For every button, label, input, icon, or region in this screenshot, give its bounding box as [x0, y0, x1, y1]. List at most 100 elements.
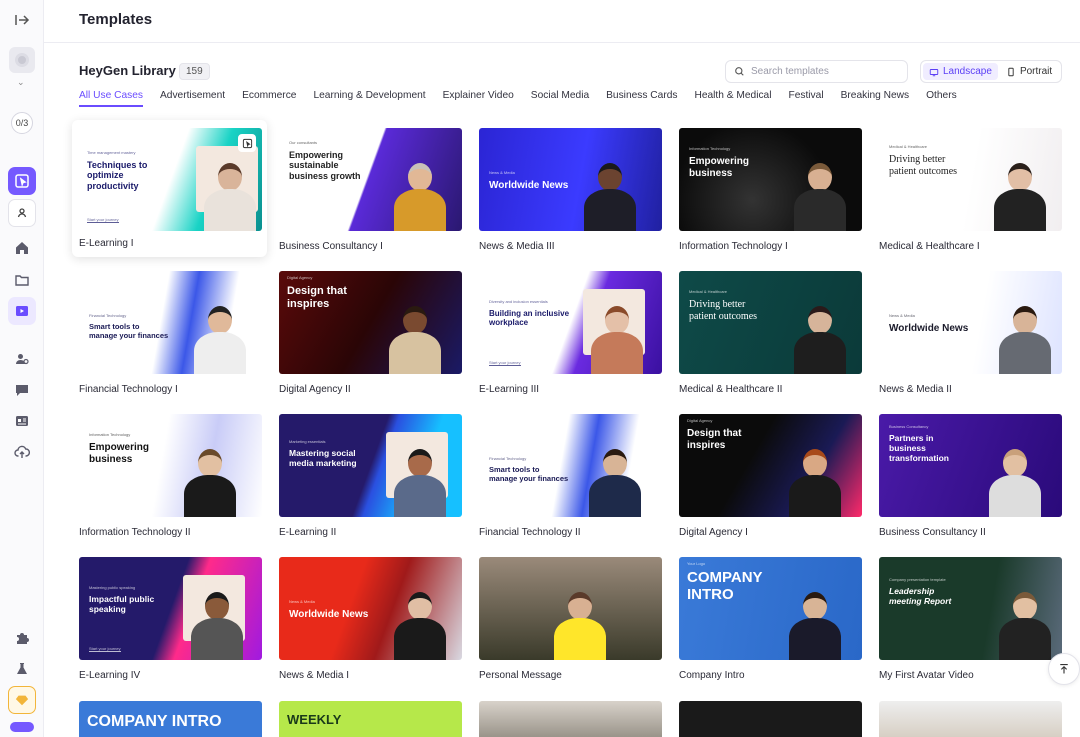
- template-label: Business Consultancy II: [879, 527, 986, 538]
- template-thumbnail[interactable]: [479, 701, 662, 737]
- search-input[interactable]: [751, 66, 891, 77]
- template-thumbnail[interactable]: Our consultants Empowering sustainable bu…: [279, 128, 462, 231]
- template-thumbnail[interactable]: News & Media Worldwide News: [479, 128, 662, 231]
- arrow-up-icon: [1060, 663, 1068, 674]
- tab-breaking-news[interactable]: Breaking News: [841, 90, 910, 107]
- template-thumbnail[interactable]: Company presentation template Leadership …: [879, 557, 1062, 660]
- tab-health-medical[interactable]: Health & Medical: [694, 90, 771, 107]
- template-card[interactable]: Personal Message: [479, 557, 662, 681]
- template-card[interactable]: Time management mastery Techniques to opt…: [79, 128, 262, 249]
- tab-festival[interactable]: Festival: [788, 90, 823, 107]
- template-thumbnail[interactable]: Medical & Healthcare Driving better patie…: [879, 128, 1062, 231]
- avatar-person: [554, 592, 606, 660]
- id-card-icon[interactable]: [8, 407, 36, 435]
- thumbnail-kicker: Marketing essentials: [289, 439, 326, 444]
- upgrade-gem-icon[interactable]: [8, 686, 36, 714]
- template-card[interactable]: Financial Technology Smart tools to manag…: [79, 271, 262, 395]
- tab-learning-development[interactable]: Learning & Development: [313, 90, 425, 107]
- create-video-icon[interactable]: [8, 167, 36, 195]
- thumbnail-kicker: Digital Agency: [287, 275, 313, 280]
- template-thumbnail[interactable]: Your Logo COMPANY INTRO: [679, 557, 862, 660]
- thumbnail-kicker: Financial Technology: [89, 313, 127, 318]
- template-card[interactable]: Our consultants Empowering sustainable bu…: [279, 128, 462, 252]
- template-thumbnail[interactable]: COMPANY INTRO: [79, 701, 262, 737]
- template-thumbnail[interactable]: Business Consultancy Partners in business…: [879, 414, 1062, 517]
- avatars-icon[interactable]: [8, 345, 36, 373]
- folder-icon[interactable]: [8, 266, 36, 294]
- collapse-sidebar-icon[interactable]: [8, 6, 36, 34]
- template-card[interactable]: Digital Agency Design that inspires Digita…: [279, 271, 462, 395]
- tab-ecommerce[interactable]: Ecommerce: [242, 90, 296, 107]
- home-icon[interactable]: [8, 234, 36, 262]
- thumbnail-headline: Smart tools to manage your finances: [489, 465, 569, 483]
- thumbnail-kicker: Information Technology: [89, 432, 131, 437]
- template-card[interactable]: Information Technology Empowering busines…: [679, 128, 862, 252]
- template-thumbnail[interactable]: Time management mastery Techniques to opt…: [79, 128, 262, 231]
- puzzle-icon[interactable]: [8, 624, 36, 652]
- template-card[interactable]: Financial Technology Smart tools to manag…: [479, 414, 662, 538]
- sidebar: ⌄ 0/3: [0, 0, 44, 737]
- upload-cloud-icon[interactable]: [8, 438, 36, 466]
- template-thumbnail[interactable]: Mastering public speaking Impactful publi…: [79, 557, 262, 660]
- template-card[interactable]: Mastering public speaking Impactful publi…: [79, 557, 262, 681]
- template-card[interactable]: Information Technology Empowering busines…: [79, 414, 262, 538]
- template-thumbnail[interactable]: Digital Agency Design that inspires: [679, 414, 862, 517]
- template-card[interactable]: Your Logo COMPANY INTRO Company Intro: [679, 557, 862, 681]
- tab-social-media[interactable]: Social Media: [531, 90, 589, 107]
- avatar-icon[interactable]: [8, 199, 36, 227]
- tab-all-use-cases[interactable]: All Use Cases: [79, 90, 143, 107]
- profile-pill[interactable]: [10, 722, 34, 732]
- template-thumbnail[interactable]: [479, 557, 662, 660]
- tab-advertisement[interactable]: Advertisement: [160, 90, 225, 107]
- template-card[interactable]: Company presentation template Leadership …: [879, 557, 1062, 681]
- template-thumbnail[interactable]: Digital Agency Design that inspires: [279, 271, 462, 374]
- template-card[interactable]: News & Media Worldwide News News & Media I: [279, 557, 462, 681]
- template-card[interactable]: Marketing essentials Mastering social med…: [279, 414, 462, 538]
- template-card[interactable]: News & Media Worldwide News News & Media I…: [479, 128, 662, 252]
- landscape-button[interactable]: Landscape: [923, 63, 998, 80]
- template-thumbnail[interactable]: [879, 701, 1062, 737]
- tab-explainer-video[interactable]: Explainer Video: [443, 90, 514, 107]
- template-thumbnail[interactable]: Medical & Healthcare Driving better patie…: [679, 271, 862, 374]
- template-thumbnail[interactable]: Information Technology Empowering busines…: [679, 128, 862, 231]
- chevron-down-icon[interactable]: ⌄: [17, 77, 25, 88]
- thumbnail-kicker: Medical & Healthcare: [889, 144, 928, 149]
- template-thumbnail[interactable]: Marketing essentials Mastering social med…: [279, 414, 462, 517]
- scroll-to-top-button[interactable]: [1048, 653, 1080, 685]
- chat-icon[interactable]: [8, 376, 36, 404]
- template-label: E-Learning I: [79, 238, 134, 249]
- portrait-button[interactable]: Portrait: [1000, 63, 1058, 80]
- template-thumbnail[interactable]: [679, 701, 862, 737]
- templates-icon[interactable]: [8, 297, 36, 325]
- avatar-person: [584, 163, 636, 231]
- library-title: HeyGen Library: [79, 63, 176, 78]
- thumbnail-kicker: Financial Technology: [489, 456, 527, 461]
- template-card[interactable]: Medical & Healthcare Driving better patie…: [679, 271, 862, 395]
- template-thumbnail[interactable]: News & Media Worldwide News: [279, 557, 462, 660]
- template-thumbnail[interactable]: Financial Technology Smart tools to manag…: [479, 414, 662, 517]
- template-card[interactable]: Digital Agency Design that inspires Digita…: [679, 414, 862, 538]
- search-box[interactable]: [725, 60, 908, 83]
- template-thumbnail[interactable]: Information Technology Empowering busines…: [79, 414, 262, 517]
- template-card[interactable]: Business Consultancy Partners in business…: [879, 414, 1062, 538]
- usage-counter[interactable]: 0/3: [11, 112, 33, 134]
- thumbnail-kicker: Medical & Healthcare: [689, 289, 728, 294]
- thumbnail-headline: Mastering social media marketing: [289, 448, 357, 468]
- template-thumbnail[interactable]: News & Media Worldwide News: [879, 271, 1062, 374]
- tab-others[interactable]: Others: [926, 90, 957, 107]
- tab-business-cards[interactable]: Business Cards: [606, 90, 677, 107]
- labs-flask-icon[interactable]: [8, 655, 36, 683]
- template-card[interactable]: News & Media Worldwide News News & Media I…: [879, 271, 1062, 395]
- thumbnail-headline: Leadership meeting Report: [889, 586, 952, 606]
- use-template-icon[interactable]: [238, 134, 256, 152]
- thumbnail-kicker: News & Media: [889, 313, 915, 318]
- thumbnail-headline: Empowering business: [89, 442, 150, 465]
- template-card[interactable]: Diversity and inclusion essentials Buildi…: [479, 271, 662, 395]
- template-thumbnail[interactable]: Diversity and inclusion essentials Buildi…: [479, 271, 662, 374]
- template-thumbnail[interactable]: Financial Technology Smart tools to manag…: [79, 271, 262, 374]
- avatar-person: [794, 306, 846, 374]
- thumbnail-kicker: News & Media: [489, 170, 515, 175]
- workspace-avatar[interactable]: [9, 47, 35, 73]
- template-thumbnail[interactable]: WEEKLY: [279, 701, 462, 737]
- template-card[interactable]: Medical & Healthcare Driving better patie…: [879, 128, 1062, 252]
